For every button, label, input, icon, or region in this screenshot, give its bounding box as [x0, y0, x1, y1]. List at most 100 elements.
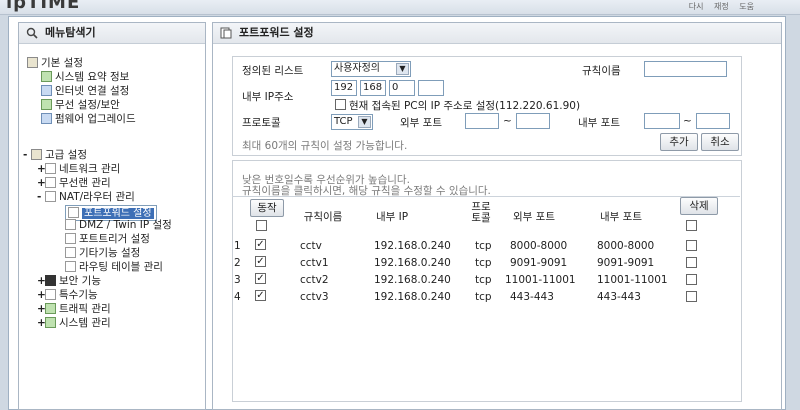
tree-system-mgmt[interactable]: + 시스템 관리 [37, 317, 111, 330]
expand-icon[interactable]: + [37, 303, 46, 316]
row-number: 2 [234, 257, 241, 269]
internal-ip-label: 내부 IP주소 [242, 91, 294, 103]
expand-icon[interactable]: + [37, 289, 46, 302]
header-internal-ip: 내부 IP [375, 211, 409, 223]
row-delete-checkbox[interactable] [686, 291, 697, 302]
row-rule-name[interactable]: cctv [300, 240, 322, 252]
row-protocol: tcp [475, 257, 492, 269]
external-port-start[interactable] [465, 113, 499, 129]
top-links: 다시 재정 도움 [681, 1, 754, 12]
tree-security[interactable]: + 보안 기능 [37, 275, 101, 288]
chevron-down-icon: ▼ [358, 116, 371, 128]
system-icon [45, 317, 56, 328]
row-enabled-checkbox[interactable]: ✓ [255, 273, 266, 284]
predefined-list-label: 정의된 리스트 [242, 65, 304, 77]
row-enabled-checkbox[interactable]: ✓ [255, 256, 266, 267]
row-rule-name[interactable]: cctv1 [300, 257, 329, 269]
select-all-delete-checkbox[interactable] [686, 220, 697, 231]
current-ip-checkbox[interactable] [335, 99, 346, 110]
row-enabled-checkbox[interactable]: ✓ [255, 239, 266, 250]
tree-system-summary[interactable]: 시스템 요약 정보 [41, 71, 129, 84]
row-external-port: 11001-11001 [505, 274, 576, 286]
wireless-icon [41, 99, 52, 110]
cancel-button[interactable]: 취소 [701, 133, 739, 151]
rule-name-label: 규칙이름 [582, 65, 621, 77]
row-rule-name[interactable]: cctv3 [300, 291, 329, 303]
collapse-icon[interactable]: - [37, 191, 45, 204]
row-internal-port: 8000-8000 [597, 240, 655, 252]
row-number: 1 [234, 240, 241, 252]
tree-basic-settings[interactable]: 기본 설정 [27, 57, 83, 70]
row-number: 4 [234, 291, 241, 303]
upgrade-icon [41, 113, 52, 124]
folder-icon [31, 149, 42, 160]
logo: ipTIME [6, 0, 81, 13]
wireless-icon [45, 177, 56, 188]
chart-icon [41, 71, 52, 82]
row-protocol: tcp [475, 240, 492, 252]
internal-port-label: 내부 포트 [578, 117, 620, 129]
top-link-help[interactable]: 도움 [739, 2, 754, 11]
add-button[interactable]: 추가 [660, 133, 698, 151]
expand-icon[interactable]: + [37, 163, 46, 176]
page-icon [65, 233, 76, 244]
network-icon [45, 163, 56, 174]
tree-traffic[interactable]: + 트래픽 관리 [37, 303, 111, 316]
row-internal-ip: 192.168.0.240 [374, 257, 451, 269]
tree-special[interactable]: + 특수기능 [37, 289, 98, 302]
row-internal-port: 443-443 [597, 291, 641, 303]
page-icon [68, 207, 79, 218]
ip-octet-4[interactable] [418, 80, 444, 96]
internal-port-start[interactable] [644, 113, 680, 129]
row-delete-checkbox[interactable] [686, 257, 697, 268]
select-all-run-checkbox[interactable] [256, 220, 267, 231]
rule-name-input[interactable] [644, 61, 727, 77]
page-icon [65, 261, 76, 272]
row-number: 3 [234, 274, 241, 286]
tree-internet-setup[interactable]: 인터넷 연결 설정 [41, 85, 129, 98]
row-delete-checkbox[interactable] [686, 274, 697, 285]
tree-firmware-upgrade[interactable]: 펌웨어 업그레이드 [41, 113, 136, 126]
header-internal-port: 내부 포트 [600, 211, 642, 223]
expand-icon[interactable]: + [37, 275, 46, 288]
page-icon [220, 27, 232, 39]
expand-icon[interactable]: + [37, 317, 46, 330]
tree-network-mgmt[interactable]: + 네트워크 관리 [37, 163, 120, 176]
rule-limit-note: 최대 60개의 규칙이 설정 가능합니다. [242, 140, 408, 152]
traffic-icon [45, 303, 56, 314]
ip-octet-3[interactable]: 0 [389, 80, 415, 96]
ip-octet-2[interactable]: 168 [360, 80, 386, 96]
tree-nat-router-mgmt[interactable]: - NAT/라우터 관리 [37, 191, 135, 204]
top-link-reset[interactable]: 재정 [714, 2, 729, 11]
delete-button[interactable]: 삭제 [680, 197, 718, 215]
top-link-refresh[interactable]: 다시 [689, 2, 704, 11]
row-enabled-checkbox[interactable]: ✓ [255, 290, 266, 301]
row-internal-ip: 192.168.0.240 [374, 274, 451, 286]
header-protocol: 프로토콜 [471, 201, 491, 224]
tree-wireless-security[interactable]: 무선 설정/보안 [41, 99, 120, 112]
external-port-end[interactable] [516, 113, 550, 129]
run-button[interactable]: 동작 [250, 199, 284, 217]
menu-explorer-header: 메뉴탐색기 [19, 23, 205, 44]
expand-icon[interactable]: + [37, 177, 46, 190]
ip-octet-1[interactable]: 192 [331, 80, 357, 96]
tree-misc-functions[interactable]: 기타기능 설정 [65, 247, 140, 260]
row-internal-ip: 192.168.0.240 [374, 291, 451, 303]
tree-routing-table[interactable]: 라우팅 테이블 관리 [65, 261, 163, 274]
collapse-icon[interactable]: - [23, 149, 31, 162]
tree-advanced-settings[interactable]: - 고급 설정 [23, 149, 87, 162]
row-delete-checkbox[interactable] [686, 240, 697, 251]
tree-port-trigger[interactable]: 포트트리거 설정 [65, 233, 150, 246]
row-external-port: 9091-9091 [510, 257, 568, 269]
tree-dmz-twinip[interactable]: DMZ / Twin IP 설정 [65, 219, 172, 232]
top-bar: ipTIME 다시 재정 도움 [0, 0, 800, 15]
row-rule-name[interactable]: cctv2 [300, 274, 329, 286]
protocol-select[interactable]: TCP ▼ [331, 114, 373, 130]
menu-explorer-title: 메뉴탐색기 [45, 26, 96, 39]
globe-icon [41, 85, 52, 96]
predefined-list-select[interactable]: 사용자정의 ▼ [331, 61, 411, 77]
protocol-label: 프로토콜 [242, 117, 281, 129]
magnifier-icon [26, 27, 38, 39]
internal-port-end[interactable] [696, 113, 730, 129]
tree-wireless-mgmt[interactable]: + 무선랜 관리 [37, 177, 111, 190]
